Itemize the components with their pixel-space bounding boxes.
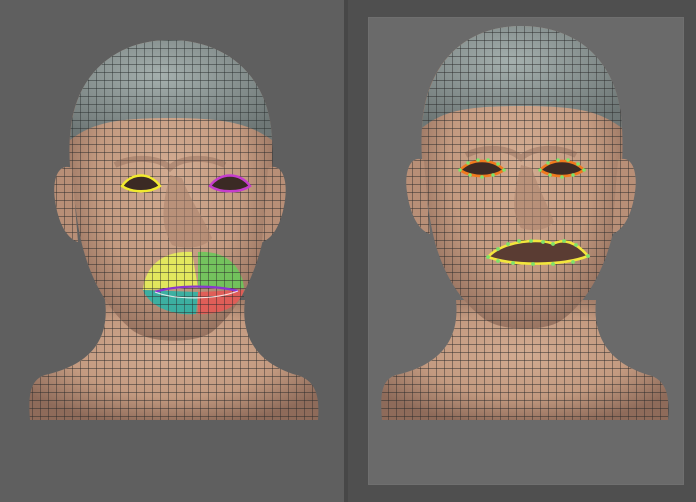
- right-head-mesh-view: [381, 26, 669, 420]
- right-viewport[interactable]: [348, 0, 696, 502]
- left-viewport[interactable]: [0, 0, 344, 502]
- dual-viewport-workspace: [0, 0, 696, 502]
- left-head-mesh-view: [29, 40, 319, 420]
- left-mouth-region: [143, 251, 244, 316]
